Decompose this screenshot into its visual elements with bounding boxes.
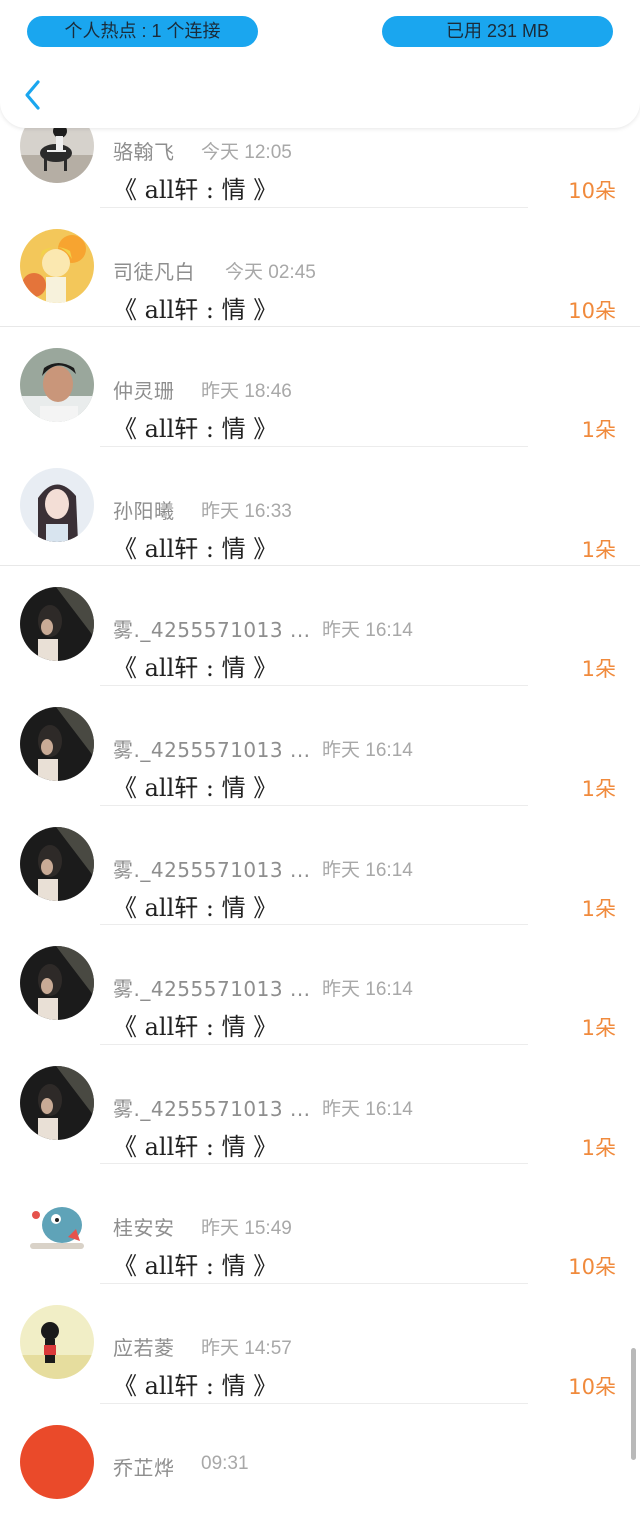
send-time: 昨天 16:33 <box>201 500 292 522</box>
sender-name: 雾._4255571013 ... <box>113 737 311 762</box>
hotspot-status-pill[interactable]: 个人热点 : 1 个连接 <box>27 16 258 47</box>
list-item[interactable]: 雾._4255571013 ... 昨天 16:14 《 all轩 : 情 》 … <box>0 925 640 1045</box>
avatar[interactable] <box>20 467 94 542</box>
sender-name: 雾._4255571013 ... <box>113 618 311 643</box>
send-time: 09:31 <box>201 1452 249 1474</box>
list-item[interactable]: 雾._4255571013 ... 昨天 16:14 《 all轩 : 情 》 … <box>0 1045 640 1165</box>
gift-list: 骆翰飞 今天 12:05 《 all轩 : 情 》 10朵 司徒凡白 今天 02… <box>0 88 640 1523</box>
send-time: 昨天 16:14 <box>322 859 413 881</box>
back-button[interactable] <box>20 78 50 112</box>
avatar[interactable] <box>20 946 94 1021</box>
flower-count: 1朵 <box>581 776 616 801</box>
work-title[interactable]: 《 all轩 : 情 》 <box>113 1007 277 1042</box>
send-time: 昨天 16:14 <box>322 1098 413 1120</box>
work-title[interactable]: 《 all轩 : 情 》 <box>113 409 277 444</box>
work-title[interactable]: 《 all轩 : 情 》 <box>113 170 277 205</box>
work-title[interactable]: 《 all轩 : 情 》 <box>113 1366 277 1401</box>
sender-name: 应若菱 <box>113 1335 175 1360</box>
avatar[interactable] <box>20 1185 94 1260</box>
flower-count: 1朵 <box>581 1016 616 1041</box>
send-time: 今天 02:45 <box>225 261 316 283</box>
avatar[interactable] <box>20 706 94 781</box>
send-time: 昨天 16:14 <box>322 739 413 761</box>
work-title[interactable]: 《 all轩 : 情 》 <box>113 888 277 923</box>
list-item[interactable]: 孙阳曦 昨天 16:33 《 all轩 : 情 》 1朵 <box>0 447 640 567</box>
send-time: 昨天 16:14 <box>322 979 413 1001</box>
flower-count: 1朵 <box>581 1135 616 1160</box>
work-title[interactable]: 《 all轩 : 情 》 <box>113 768 277 803</box>
avatar[interactable] <box>20 1304 94 1379</box>
flower-count: 1朵 <box>581 418 616 443</box>
avatar[interactable] <box>20 1065 94 1140</box>
avatar[interactable] <box>20 587 94 662</box>
sender-name: 雾._4255571013 ... <box>113 1096 311 1121</box>
flower-count: 1朵 <box>581 537 616 562</box>
flower-count: 10朵 <box>568 1255 616 1280</box>
avatar[interactable] <box>20 826 94 901</box>
send-time: 昨天 18:46 <box>201 381 292 403</box>
flower-count: 1朵 <box>581 657 616 682</box>
list-item[interactable]: 雾._4255571013 ... 昨天 16:14 《 all轩 : 情 》 … <box>0 566 640 686</box>
list-item[interactable]: 司徒凡白 今天 02:45 《 all轩 : 情 》 10朵 <box>0 208 640 328</box>
send-time: 昨天 14:57 <box>201 1337 292 1359</box>
sender-name: 乔芷烨 <box>113 1455 175 1480</box>
flower-count: 10朵 <box>568 179 616 203</box>
list-item[interactable]: 应若菱 昨天 14:57 《 all轩 : 情 》 10朵 <box>0 1284 640 1404</box>
chevron-left-icon <box>25 80 40 110</box>
sender-name: 桂安安 <box>113 1216 175 1241</box>
list-item[interactable]: 仲灵珊 昨天 18:46 《 all轩 : 情 》 1朵 <box>0 327 640 447</box>
scrollbar[interactable] <box>631 1348 636 1460</box>
top-bar: 个人热点 : 1 个连接 已用 231 MB <box>0 0 640 128</box>
sender-name: 骆翰飞 <box>113 140 175 164</box>
send-time: 今天 12:05 <box>201 142 292 163</box>
send-time: 昨天 15:49 <box>201 1218 292 1240</box>
sender-name: 仲灵珊 <box>113 379 175 404</box>
work-title[interactable]: 《 all轩 : 情 》 <box>113 1127 277 1162</box>
sender-name: 司徒凡白 <box>113 259 195 284</box>
flower-count: 10朵 <box>568 1374 616 1399</box>
work-title[interactable]: 《 all轩 : 情 》 <box>113 648 277 683</box>
flower-count: 1朵 <box>581 896 616 921</box>
list-item[interactable]: 雾._4255571013 ... 昨天 16:14 《 all轩 : 情 》 … <box>0 686 640 806</box>
list-item[interactable]: 桂安安 昨天 15:49 《 all轩 : 情 》 10朵 <box>0 1164 640 1284</box>
list-item[interactable]: 雾._4255571013 ... 昨天 16:14 《 all轩 : 情 》 … <box>0 806 640 926</box>
sender-name: 雾._4255571013 ... <box>113 857 311 882</box>
avatar[interactable] <box>20 1424 94 1499</box>
sender-name: 孙阳曦 <box>113 498 175 523</box>
avatar[interactable] <box>20 228 94 303</box>
data-usage-pill[interactable]: 已用 231 MB <box>382 16 613 47</box>
work-title[interactable]: 《 all轩 : 情 》 <box>113 1246 277 1281</box>
work-title[interactable]: 《 all轩 : 情 》 <box>113 529 277 564</box>
work-title[interactable]: 《 all轩 : 情 》 <box>113 290 277 325</box>
sender-name: 雾._4255571013 ... <box>113 977 311 1002</box>
send-time: 昨天 16:14 <box>322 620 413 642</box>
flower-count: 10朵 <box>568 298 616 323</box>
avatar[interactable] <box>20 348 94 423</box>
list-item[interactable]: 乔芷烨 09:31 <box>0 1404 640 1523</box>
